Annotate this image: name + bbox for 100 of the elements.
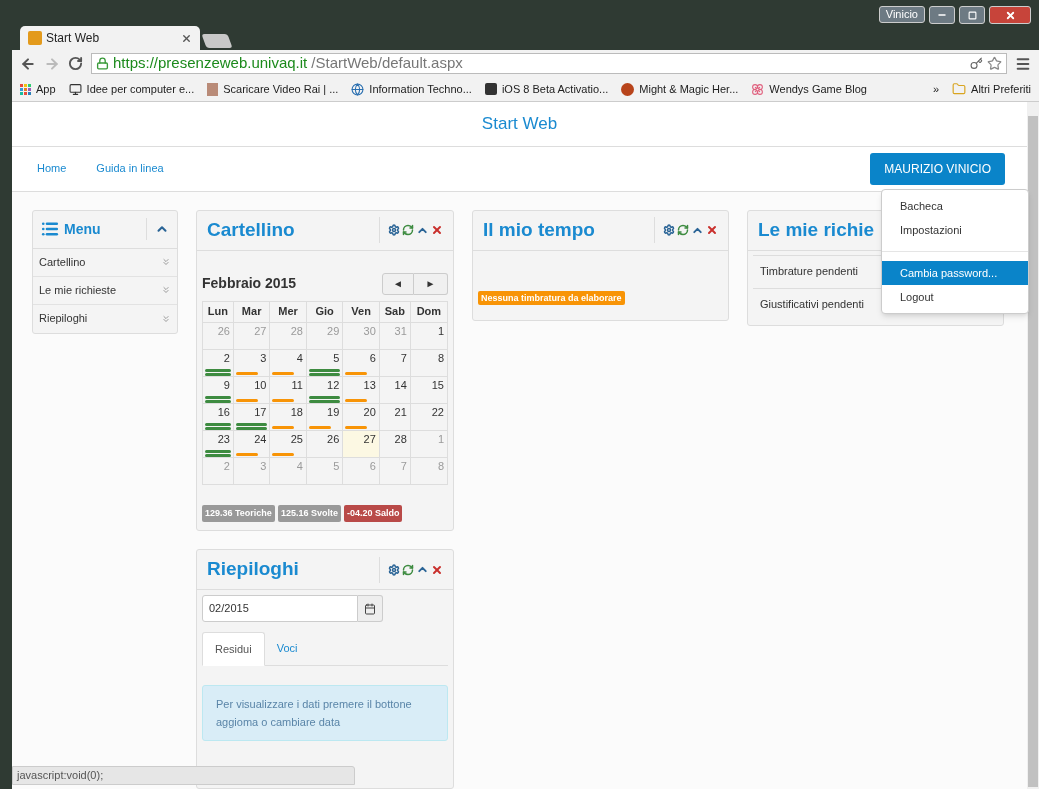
calendar-button[interactable] (358, 595, 383, 622)
close-icon[interactable] (431, 563, 443, 576)
total-badge: 129.36 Teoriche (202, 504, 275, 522)
refresh-icon[interactable] (402, 224, 414, 236)
next-month-button[interactable]: ► (414, 272, 448, 295)
weekday-header: Dom (410, 301, 448, 322)
day-number: 11 (290, 377, 304, 391)
calendar-day[interactable]: 2 (202, 349, 234, 376)
calendar-day[interactable]: 14 (379, 376, 411, 403)
day-number: 24 (253, 431, 268, 445)
close-button[interactable] (989, 6, 1031, 24)
calendar-day[interactable]: 12 (306, 376, 343, 403)
settings-icon[interactable] (388, 224, 400, 236)
new-tab-button[interactable] (201, 34, 233, 48)
calendar-day[interactable]: 6 (342, 349, 380, 376)
menu-item[interactable]: Impostazioni (882, 217, 1028, 242)
bookmark-link[interactable]: App (20, 80, 56, 98)
bookmark-link[interactable]: iOS 8 Beta Activatio... (484, 80, 609, 98)
calendar-day[interactable]: 8 (410, 349, 448, 376)
close-icon[interactable] (706, 224, 718, 236)
bookmark-link[interactable]: Information Techno... (351, 80, 472, 98)
day-number: 20 (362, 404, 377, 418)
request-link[interactable]: Timbrature pendenti (760, 263, 859, 280)
bookmarks-overflow[interactable]: » (932, 80, 940, 98)
address-bar[interactable]: https://presenzeweb.univaq.it /StartWeb/default.aspx (91, 53, 1007, 74)
bookmark-link[interactable]: Idee per computer e... (68, 80, 195, 98)
bookmark-link[interactable]: Wendys Game Blog (751, 80, 867, 98)
day-number: 5 (332, 350, 341, 364)
panel-title: Il mio tempo (483, 217, 595, 242)
day-number: 10 (253, 377, 268, 391)
back-icon[interactable] (20, 55, 36, 72)
status-badge: Nessuna timbratura da elaborare (478, 290, 625, 305)
calendar-day[interactable]: 3 (233, 349, 270, 376)
worked-hours-mark (203, 368, 233, 376)
bookmark-link[interactable]: Might & Magic Her... (621, 80, 739, 98)
star-icon[interactable] (987, 56, 1002, 71)
tab[interactable]: Voci (264, 632, 310, 665)
partial-hours-mark (345, 398, 368, 402)
reload-icon[interactable] (68, 56, 83, 71)
panel-title: Le mie richie (758, 217, 875, 242)
calendar-day[interactable]: 24 (233, 430, 270, 457)
menu-item[interactable]: Cambia password... (882, 260, 1028, 285)
bookmark-folder[interactable]: Altri Preferiti (952, 80, 1031, 98)
menu-item[interactable]: Riepiloghi (33, 304, 177, 333)
menu-item[interactable]: Cartellino (33, 248, 177, 277)
calendar-day[interactable]: 23 (202, 430, 234, 457)
maximize-button[interactable] (959, 6, 985, 24)
refresh-icon[interactable] (402, 563, 414, 576)
calendar-day[interactable]: 20 (342, 403, 380, 430)
bookmark-link[interactable]: Scaricare Video Rai | ... (207, 80, 339, 98)
calendar-day[interactable]: 7 (379, 349, 411, 376)
settings-icon[interactable] (663, 224, 675, 236)
calendar-day[interactable]: 15 (410, 376, 448, 403)
tab[interactable]: Residui (202, 632, 265, 666)
nav-link[interactable]: Home (37, 160, 67, 177)
browser-tab[interactable]: Start Web (20, 26, 200, 50)
day-number: 17 (253, 404, 268, 418)
user-menu-button[interactable]: MAURIZIO VINICIO (870, 152, 1005, 185)
partial-hours-mark (308, 425, 331, 429)
menu-icon[interactable] (1015, 55, 1031, 72)
scrollbar[interactable] (1027, 102, 1039, 789)
date-field[interactable]: 02/2015 (202, 595, 358, 622)
key-icon[interactable] (970, 57, 983, 70)
month-title: Febbraio 2015 (202, 274, 297, 293)
calendar-day[interactable]: 21 (379, 403, 411, 430)
calendar-day[interactable]: 5 (306, 349, 343, 376)
calendar-day[interactable]: 25 (269, 430, 307, 457)
site-title: Start Web (481, 113, 558, 136)
calendar-day[interactable]: 26 (306, 430, 343, 457)
calendar-day[interactable]: 9 (202, 376, 234, 403)
calendar-day[interactable]: 28 (379, 430, 411, 457)
menu-item[interactable]: Le mie richieste (33, 276, 177, 305)
day-number: 8 (436, 458, 445, 472)
calendar-icon[interactable] (364, 602, 376, 615)
previous-month-button[interactable]: ◄ (382, 272, 414, 295)
menu-item[interactable]: Logout (882, 284, 1028, 309)
profile-name[interactable]: Vinicio (878, 6, 925, 23)
weekday-header: Gio (306, 301, 343, 322)
refresh-icon[interactable] (677, 224, 689, 236)
close-icon[interactable] (181, 32, 192, 44)
settings-icon[interactable] (388, 563, 400, 576)
tab-title: Start Web (46, 30, 101, 47)
calendar-day[interactable]: 11 (269, 376, 307, 403)
close-icon[interactable] (431, 224, 443, 236)
worked-hours-mark (203, 395, 233, 403)
calendar-day[interactable]: 10 (233, 376, 270, 403)
calendar-day[interactable]: 17 (233, 403, 270, 430)
calendar-day[interactable]: 1 (410, 322, 448, 349)
calendar-day[interactable]: 13 (342, 376, 380, 403)
menu-item[interactable]: Bacheca (882, 193, 1028, 218)
minimize-button[interactable] (929, 6, 955, 24)
calendar-day[interactable]: 16 (202, 403, 234, 430)
calendar-day[interactable]: 4 (269, 349, 307, 376)
calendar-day[interactable]: 22 (410, 403, 448, 430)
nav-link[interactable]: Guida in linea (96, 160, 164, 177)
partial-hours-mark (272, 371, 295, 375)
calendar-day[interactable]: 19 (306, 403, 343, 430)
request-link[interactable]: Giustificativi pendenti (760, 296, 864, 313)
calendar-day[interactable]: 18 (269, 403, 307, 430)
day-number: 31 (393, 323, 408, 337)
